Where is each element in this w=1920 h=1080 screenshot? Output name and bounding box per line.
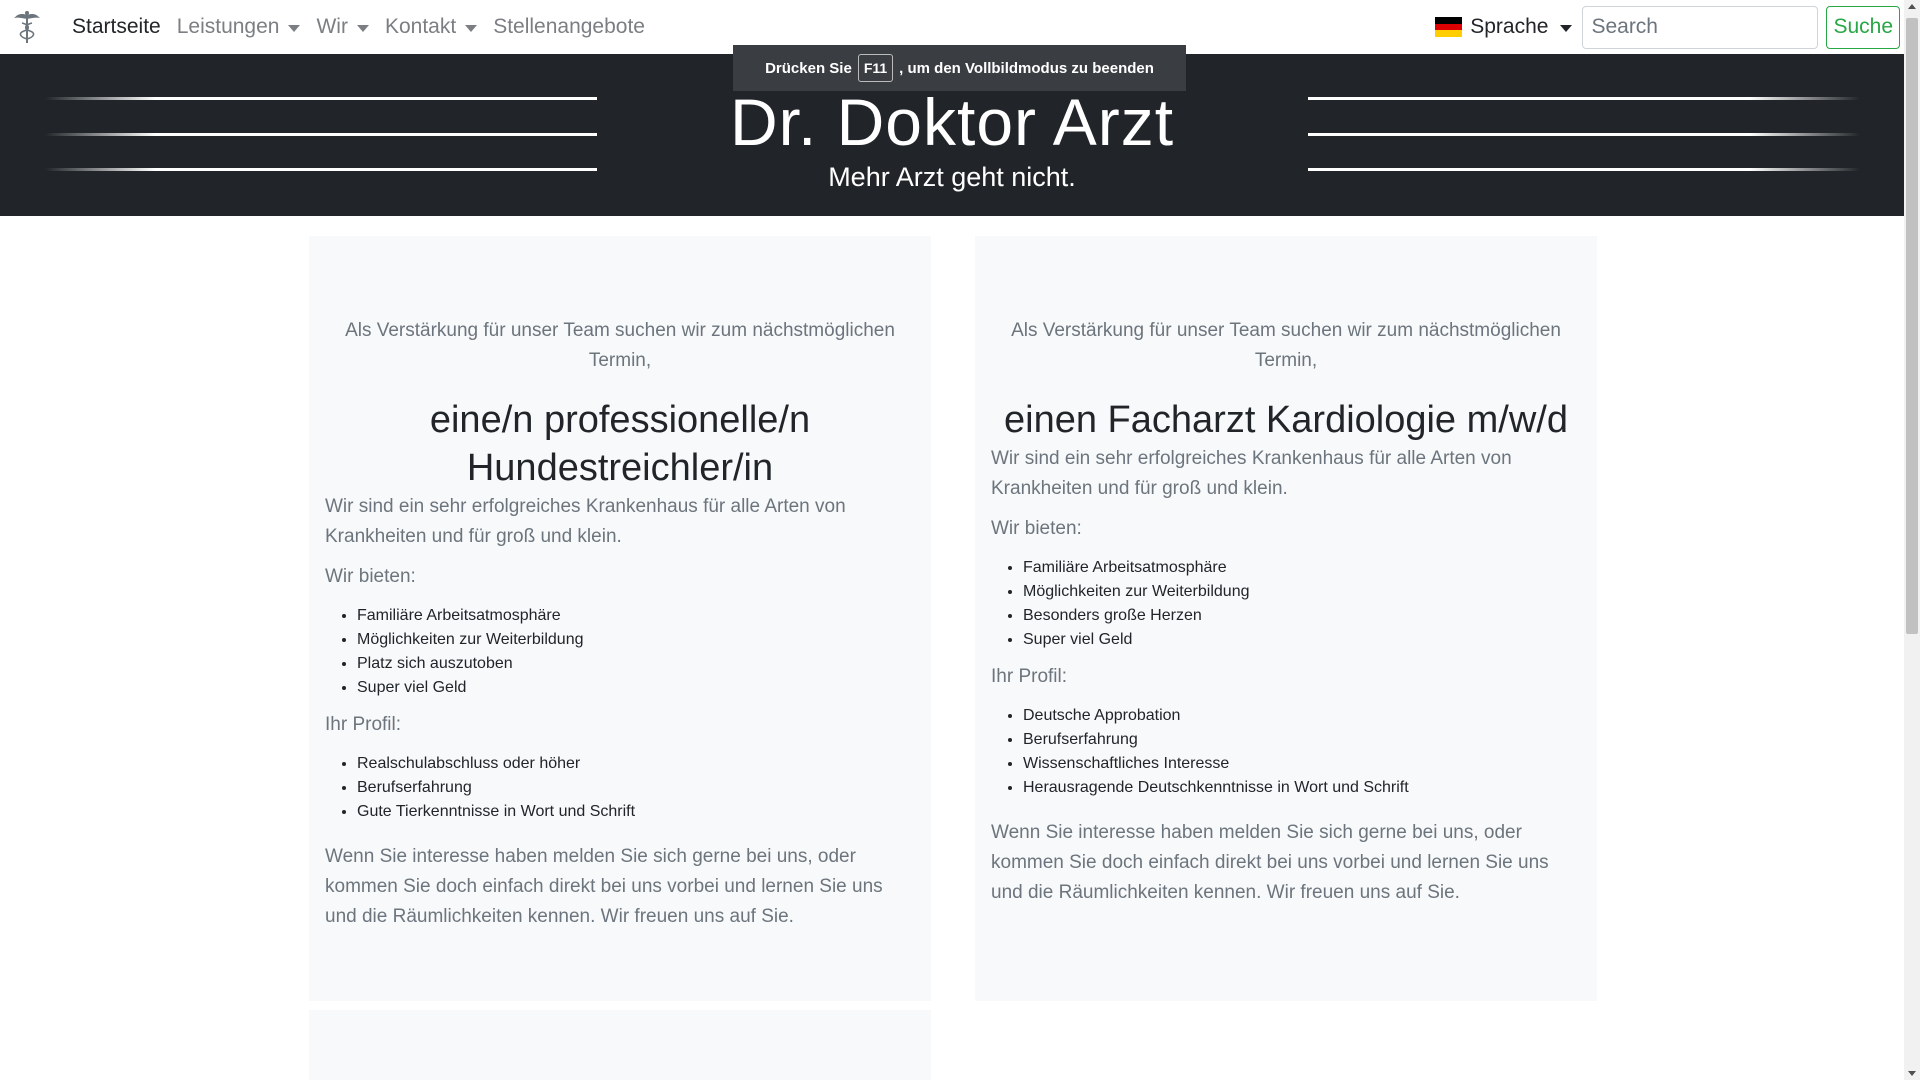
job-card: Als Verstärkung für unser Team suchen wi… xyxy=(975,236,1597,1001)
language-dropdown[interactable]: Sprache xyxy=(1435,15,1573,39)
vertical-scrollbar[interactable] xyxy=(1904,0,1920,1080)
job-card: Als Verstärkung für unser Team suchen wi… xyxy=(309,236,931,1001)
list-item: Super viel Geld xyxy=(1023,628,1581,652)
search-button[interactable]: Suche xyxy=(1826,5,1900,49)
job-closing: Wenn Sie interesse haben melden Sie sich… xyxy=(991,822,1549,903)
list-item: Herausragende Deutschkenntnisse in Wort … xyxy=(1023,776,1581,800)
page-title: Dr. Doktor Arzt xyxy=(729,85,1175,159)
job-description: Wir sind ein sehr erfolgreiches Krankenh… xyxy=(991,448,1512,499)
nav-item-wir[interactable]: Wir xyxy=(308,15,376,39)
nav-item-startseite[interactable]: Startseite xyxy=(64,15,169,39)
german-flag-icon xyxy=(1435,17,1463,38)
nav-item-label: Wir xyxy=(316,15,348,38)
job-title: einen Facharzt Kardiologie m/w/d xyxy=(1004,399,1568,441)
fullscreen-notice-suffix: , um den Vollbildmodus zu beenden xyxy=(899,59,1154,77)
profile-list: Realschulabschluss oder höher Berufserfa… xyxy=(325,752,915,824)
caduceus-icon xyxy=(14,11,40,43)
list-item: Realschulabschluss oder höher xyxy=(357,752,915,776)
chevron-down-icon xyxy=(465,24,478,32)
job-intro: Als Verstärkung für unser Team suchen wi… xyxy=(1011,320,1561,371)
list-item: Platz sich auszutoben xyxy=(357,652,915,676)
list-item: Super viel Geld xyxy=(357,676,915,700)
nav-item-leistungen[interactable]: Leistungen xyxy=(169,15,309,39)
list-item: Familiäre Arbeitsatmosphäre xyxy=(1023,556,1581,580)
offer-heading: Wir bieten: xyxy=(991,518,1082,539)
page-subtitle: Mehr Arzt geht nicht. xyxy=(828,162,1076,192)
nav-right: Sprache Suche xyxy=(1435,0,1904,54)
offer-list: Familiäre Arbeitsatmosphäre Möglichkeite… xyxy=(991,556,1581,652)
job-card xyxy=(309,1010,931,1080)
list-item: Wissenschaftliches Interesse xyxy=(1023,752,1581,776)
nav-links: Startseite Leistungen Wir Kontakt Stelle… xyxy=(64,15,653,39)
profile-heading: Ihr Profil: xyxy=(991,666,1068,687)
job-title: eine/n professionelle/n Hundestreichler/… xyxy=(429,399,811,489)
list-item: Familiäre Arbeitsatmosphäre xyxy=(357,604,915,628)
fullscreen-notice: Drücken Sie F11 , um den Vollbildmodus z… xyxy=(733,45,1186,91)
nav-item-label: Stellenangebote xyxy=(493,15,645,38)
list-item: Berufserfahrung xyxy=(1023,728,1581,752)
list-item: Deutsche Approbation xyxy=(1023,704,1581,728)
job-closing: Wenn Sie interesse haben melden Sie sich… xyxy=(325,846,883,927)
search-input[interactable] xyxy=(1582,5,1819,49)
nav-item-kontakt[interactable]: Kontakt xyxy=(377,15,485,39)
list-item: Möglichkeiten zur Weiterbildung xyxy=(1023,580,1581,604)
chevron-down-icon xyxy=(1560,24,1573,32)
list-item: Berufserfahrung xyxy=(357,776,915,800)
job-description: Wir sind ein sehr erfolgreiches Krankenh… xyxy=(325,496,846,547)
nav-item-label: Startseite xyxy=(72,15,161,38)
language-label: Sprache xyxy=(1470,15,1549,38)
fullscreen-key: F11 xyxy=(857,54,894,82)
job-intro: Als Verstärkung für unser Team suchen wi… xyxy=(345,320,895,371)
scroll-up-icon[interactable] xyxy=(1908,4,1916,9)
list-item: Besonders große Herzen xyxy=(1023,604,1581,628)
nav-item-label: Kontakt xyxy=(384,15,457,38)
profile-list: Deutsche Approbation Berufserfahrung Wis… xyxy=(991,704,1581,800)
chevron-down-icon xyxy=(356,24,369,32)
offer-list: Familiäre Arbeitsatmosphäre Möglichkeite… xyxy=(325,604,915,700)
scrollbar-thumb[interactable] xyxy=(1906,18,1918,634)
brand-logo[interactable] xyxy=(0,0,54,54)
nav-item-label: Leistungen xyxy=(176,15,280,38)
chevron-down-icon xyxy=(288,24,301,32)
nav-item-stellenangebote[interactable]: Stellenangebote xyxy=(485,15,653,39)
profile-heading: Ihr Profil: xyxy=(325,714,402,735)
scroll-down-icon[interactable] xyxy=(1908,1071,1916,1076)
list-item: Gute Tierkenntnisse in Wort und Schrift xyxy=(357,800,915,824)
list-item: Möglichkeiten zur Weiterbildung xyxy=(357,628,915,652)
offer-heading: Wir bieten: xyxy=(325,566,416,587)
fullscreen-notice-prefix: Drücken Sie xyxy=(765,59,852,77)
